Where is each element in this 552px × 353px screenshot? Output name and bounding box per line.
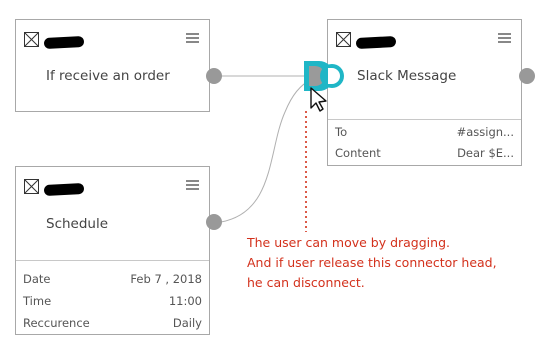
node-if-receive-order[interactable]: If receive an order xyxy=(15,19,210,112)
property-row: Content Dear $E... xyxy=(328,143,521,163)
redacted-label xyxy=(43,182,85,197)
property-key: Reccurence xyxy=(23,316,90,330)
close-box-icon[interactable] xyxy=(24,179,39,194)
annotation-text: The user can move by dragging. And if us… xyxy=(247,233,497,293)
redacted-label xyxy=(355,35,397,50)
output-port[interactable] xyxy=(519,68,535,84)
output-port[interactable] xyxy=(206,214,222,230)
output-port[interactable] xyxy=(206,68,222,84)
property-key: To xyxy=(335,125,348,139)
property-value: Dear $E... xyxy=(457,146,514,160)
property-value: #assign... xyxy=(456,125,514,139)
property-key: Time xyxy=(23,294,52,308)
connection-schedule-to-slack[interactable] xyxy=(220,78,313,223)
property-list: Date Feb 7 , 2018 Time 11:00 Reccurence … xyxy=(16,260,209,336)
annotation-line: The user can move by dragging. xyxy=(247,235,450,250)
property-list: To #assign... Content Dear $E... xyxy=(328,119,521,166)
node-schedule[interactable]: Schedule Date Feb 7 , 2018 Time 11:00 Re… xyxy=(15,166,210,335)
hamburger-menu-icon[interactable] xyxy=(498,32,511,44)
property-row: To #assign... xyxy=(328,122,521,142)
property-value: 11:00 xyxy=(168,294,202,308)
property-row: Time 11:00 xyxy=(16,291,209,311)
hamburger-menu-icon[interactable] xyxy=(186,32,199,44)
property-row: Reccurence Daily xyxy=(16,313,209,333)
node-header xyxy=(16,20,209,60)
node-title: Schedule xyxy=(46,216,109,232)
close-box-icon[interactable] xyxy=(336,32,351,47)
close-box-icon[interactable] xyxy=(24,32,39,47)
hamburger-menu-icon[interactable] xyxy=(186,179,199,191)
node-title: Slack Message xyxy=(357,68,457,84)
property-row: Date Feb 7 , 2018 xyxy=(16,269,209,289)
node-header xyxy=(328,20,521,60)
node-header xyxy=(16,167,209,207)
annotation-line: And if user release this connector head, xyxy=(247,255,497,270)
node-slack-message[interactable]: Slack Message To #assign... Content Dear… xyxy=(327,19,522,166)
annotation-line: he can disconnect. xyxy=(247,275,365,290)
property-value: Daily xyxy=(172,316,202,330)
redacted-label xyxy=(43,35,85,50)
property-key: Date xyxy=(23,272,51,286)
property-key: Content xyxy=(335,146,381,160)
node-title: If receive an order xyxy=(46,68,170,84)
property-value: Feb 7 , 2018 xyxy=(130,272,202,286)
